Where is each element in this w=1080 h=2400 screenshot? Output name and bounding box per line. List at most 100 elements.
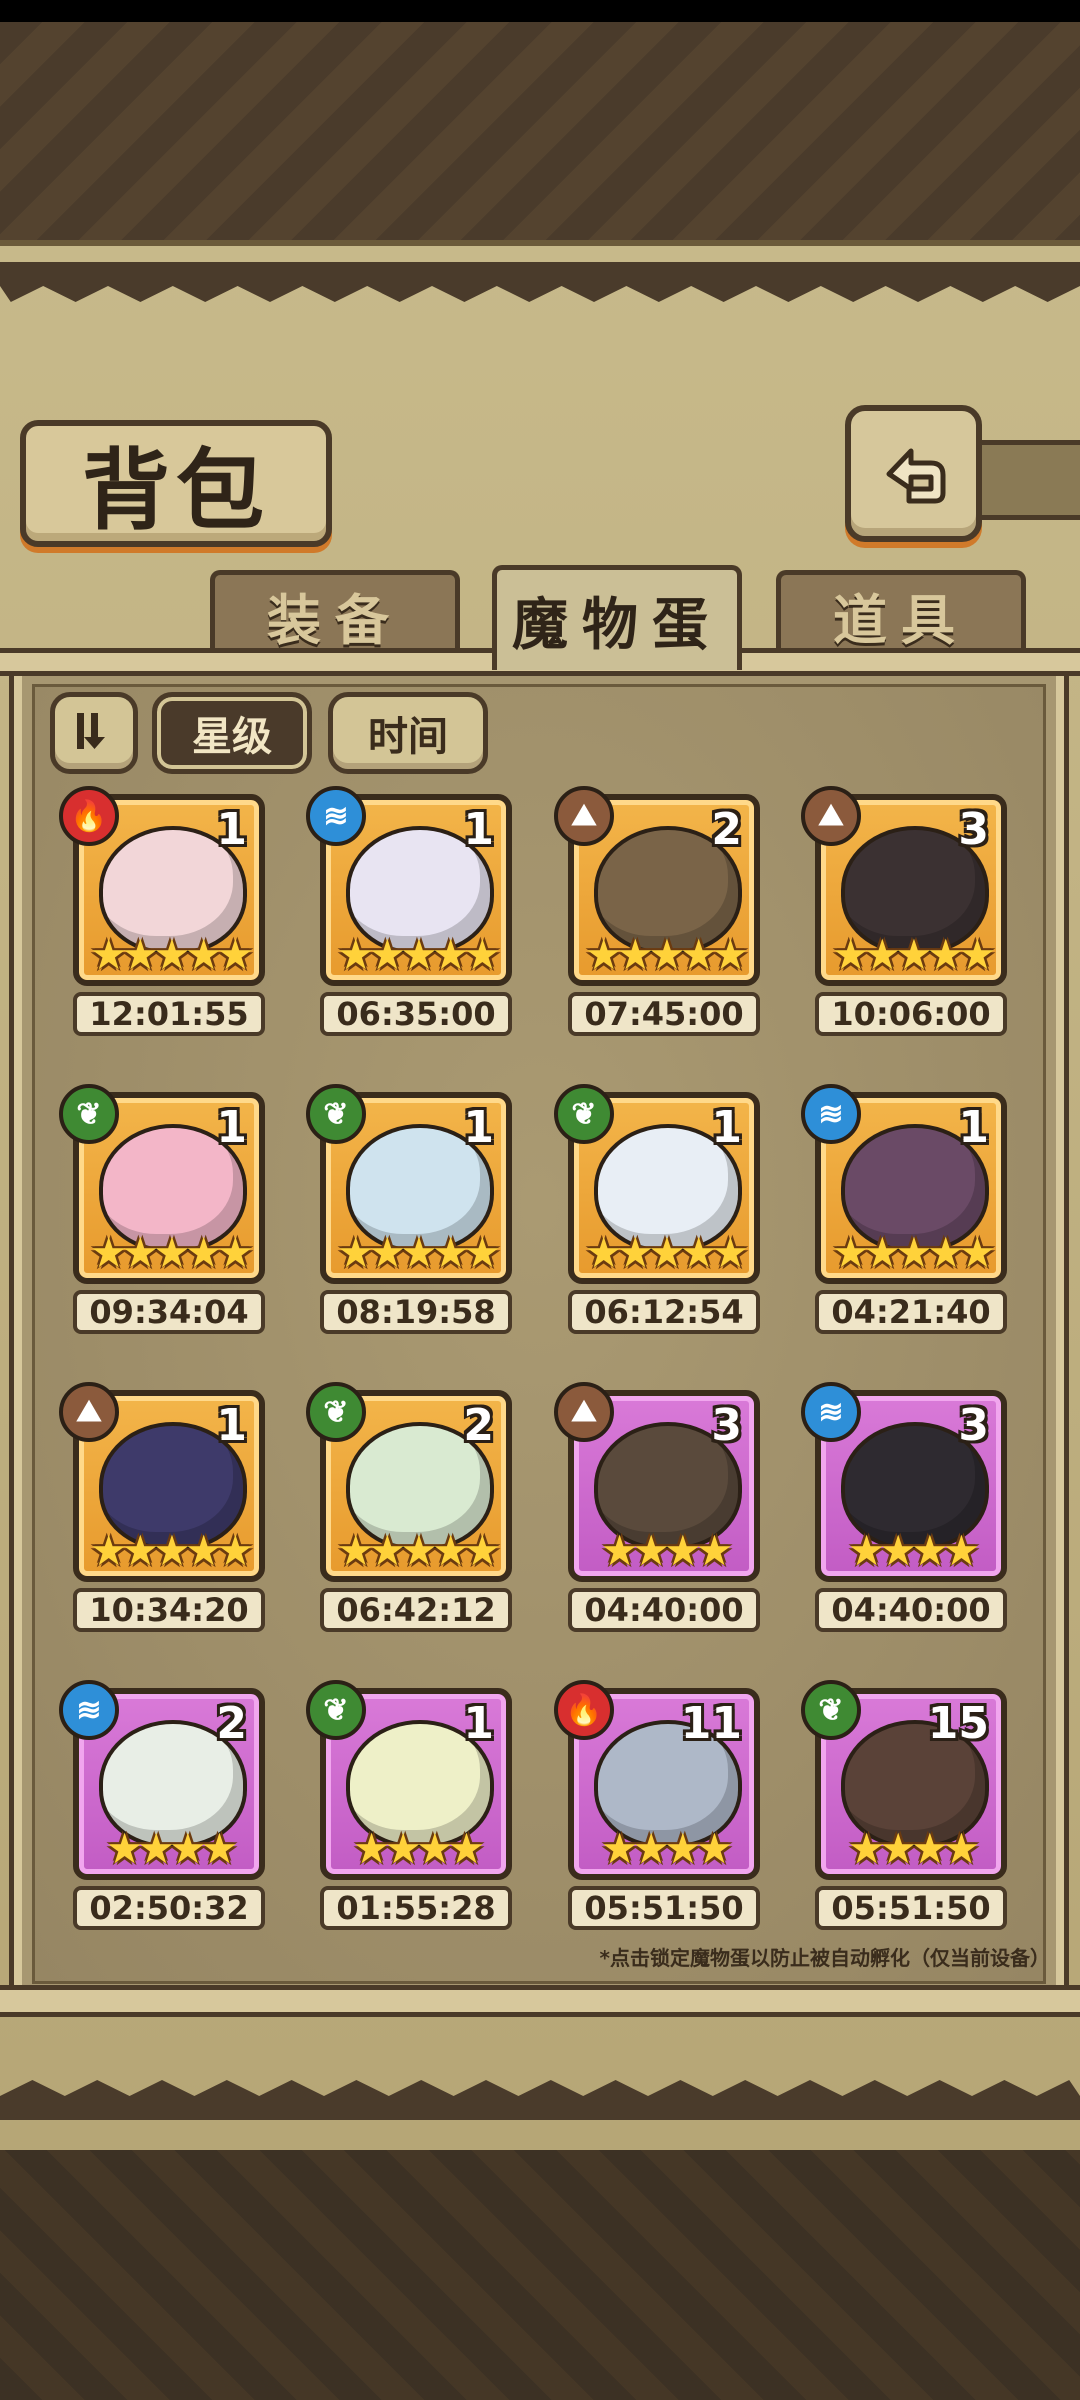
egg-card[interactable]: 1 ★★★★★ ❦ 06:12:54 xyxy=(554,1084,770,1347)
mountain-icon: ⛰ xyxy=(59,1382,119,1442)
egg-count: 1 xyxy=(216,804,247,855)
egg-count: 1 xyxy=(463,1698,494,1749)
sort-by-star-button[interactable]: 星级 xyxy=(152,692,312,774)
egg-count: 1 xyxy=(216,1102,247,1153)
tab-equipment[interactable]: 装备 xyxy=(210,570,460,655)
egg-star-rating: ★★★★★ xyxy=(831,931,996,978)
egg-star-rating: ★★★★★ xyxy=(89,931,254,978)
hatch-timer: 08:19:58 xyxy=(320,1290,512,1334)
egg-card[interactable]: 2 ★★★★ ≋ 02:50:32 xyxy=(59,1680,275,1943)
lock-hint-text: *点击锁定魔物蛋以防止被自动孵化（仅当前设备） xyxy=(599,1946,1050,1970)
fire-icon: 🔥 xyxy=(59,786,119,846)
water-icon: ≋ xyxy=(801,1382,861,1442)
panel-bottom-rail xyxy=(0,1985,1080,2017)
hatch-timer: 06:42:12 xyxy=(320,1588,512,1632)
egg-count: 3 xyxy=(958,804,989,855)
egg-star-rating: ★★★★★ xyxy=(336,931,501,978)
egg-card[interactable]: 3 ★★★★★ ⛰ 10:06:00 xyxy=(801,786,1017,1049)
water-icon: ≋ xyxy=(801,1084,861,1144)
egg-star-rating: ★★★★★ xyxy=(89,1229,254,1276)
hatch-timer: 04:21:40 xyxy=(815,1290,1007,1334)
sort-order-button[interactable] xyxy=(50,692,138,774)
egg-star-rating: ★★★★★ xyxy=(89,1527,254,1574)
egg-card[interactable]: 11 ★★★★ 🔥 05:51:50 xyxy=(554,1680,770,1943)
egg-count: 2 xyxy=(463,1400,494,1451)
egg-count: 15 xyxy=(927,1698,989,1749)
leaf-icon: ❦ xyxy=(59,1084,119,1144)
egg-star-rating: ★★★★ xyxy=(352,1825,486,1872)
hatch-timer: 02:50:32 xyxy=(73,1886,265,1930)
egg-star-rating: ★★★★ xyxy=(847,1527,981,1574)
egg-star-rating: ★★★★★ xyxy=(584,931,749,978)
mountain-icon: ⛰ xyxy=(801,786,861,846)
leaf-icon: ❦ xyxy=(306,1084,366,1144)
leaf-icon: ❦ xyxy=(801,1680,861,1740)
egg-star-rating: ★★★★ xyxy=(600,1527,734,1574)
egg-star-rating: ★★★★★ xyxy=(336,1527,501,1574)
egg-card[interactable]: 1 ★★★★ ❦ 01:55:28 xyxy=(306,1680,522,1943)
egg-card[interactable]: 1 ★★★★★ ⛰ 10:34:20 xyxy=(59,1382,275,1645)
egg-star-rating: ★★★★ xyxy=(600,1825,734,1872)
hatch-timer: 01:55:28 xyxy=(320,1886,512,1930)
egg-card[interactable]: 1 ★★★★★ ≋ 06:35:00 xyxy=(306,786,522,1049)
hatch-timer: 05:51:50 xyxy=(568,1886,760,1930)
tab-monster-eggs-label: 魔物蛋 xyxy=(512,591,722,658)
egg-card[interactable]: 3 ★★★★ ⛰ 04:40:00 xyxy=(554,1382,770,1645)
egg-card[interactable]: 3 ★★★★ ≋ 04:40:00 xyxy=(801,1382,1017,1645)
tab-items-label: 道具 xyxy=(833,587,969,652)
egg-card[interactable]: 1 ★★★★★ ❦ 09:34:04 xyxy=(59,1084,275,1347)
title-plate: 背包 xyxy=(20,420,332,547)
leaf-icon: ❦ xyxy=(306,1382,366,1442)
egg-count: 11 xyxy=(680,1698,742,1749)
tab-equipment-label: 装备 xyxy=(267,587,403,652)
egg-count: 3 xyxy=(711,1400,742,1451)
egg-count: 1 xyxy=(216,1400,247,1451)
water-icon: ≋ xyxy=(59,1680,119,1740)
hatch-timer: 06:35:00 xyxy=(320,992,512,1036)
egg-card[interactable]: 15 ★★★★ ❦ 05:51:50 xyxy=(801,1680,1017,1943)
egg-star-rating: ★★★★★ xyxy=(831,1229,996,1276)
fire-icon: 🔥 xyxy=(554,1680,614,1740)
egg-star-rating: ★★★★ xyxy=(105,1825,239,1872)
egg-card[interactable]: 1 ★★★★★ ❦ 08:19:58 xyxy=(306,1084,522,1347)
back-button[interactable] xyxy=(845,405,982,542)
hatch-timer: 06:12:54 xyxy=(568,1290,760,1334)
hatch-timer: 10:06:00 xyxy=(815,992,1007,1036)
water-icon: ≋ xyxy=(306,786,366,846)
egg-star-rating: ★★★★★ xyxy=(584,1229,749,1276)
tab-monster-eggs[interactable]: 魔物蛋 xyxy=(492,565,742,670)
egg-star-rating: ★★★★ xyxy=(847,1825,981,1872)
hatch-timer: 04:40:00 xyxy=(568,1588,760,1632)
map-background-top xyxy=(0,22,1080,272)
hatch-timer: 09:34:04 xyxy=(73,1290,265,1334)
egg-count: 2 xyxy=(711,804,742,855)
egg-card[interactable]: 1 ★★★★★ ≋ 04:21:40 xyxy=(801,1084,1017,1347)
egg-card[interactable]: 1 ★★★★★ 🔥 12:01:55 xyxy=(59,786,275,1049)
egg-card[interactable]: 2 ★★★★★ ⛰ 07:45:00 xyxy=(554,786,770,1049)
back-button-strip xyxy=(975,440,1080,520)
status-bar xyxy=(0,0,1080,22)
hatch-timer: 12:01:55 xyxy=(73,992,265,1036)
egg-star-rating: ★★★★★ xyxy=(336,1229,501,1276)
egg-count: 3 xyxy=(958,1400,989,1451)
leaf-icon: ❦ xyxy=(554,1084,614,1144)
mountain-icon: ⛰ xyxy=(554,786,614,846)
egg-count: 2 xyxy=(216,1698,247,1749)
egg-count: 1 xyxy=(958,1102,989,1153)
back-arrow-icon xyxy=(886,448,946,504)
map-background-bottom xyxy=(0,2150,1080,2400)
sort-by-time-button[interactable]: 时间 xyxy=(328,692,488,774)
hatch-timer: 04:40:00 xyxy=(815,1588,1007,1632)
hatch-timer: 10:34:20 xyxy=(73,1588,265,1632)
tab-items[interactable]: 道具 xyxy=(776,570,1026,655)
egg-count: 1 xyxy=(711,1102,742,1153)
hatch-timer: 07:45:00 xyxy=(568,992,760,1036)
egg-count: 1 xyxy=(463,1102,494,1153)
mountain-icon: ⛰ xyxy=(554,1382,614,1442)
leaf-icon: ❦ xyxy=(306,1680,366,1740)
sort-order-icon xyxy=(77,713,105,749)
hatch-timer: 05:51:50 xyxy=(815,1886,1007,1930)
egg-count: 1 xyxy=(463,804,494,855)
page-title: 背包 xyxy=(81,438,270,542)
egg-card[interactable]: 2 ★★★★★ ❦ 06:42:12 xyxy=(306,1382,522,1645)
